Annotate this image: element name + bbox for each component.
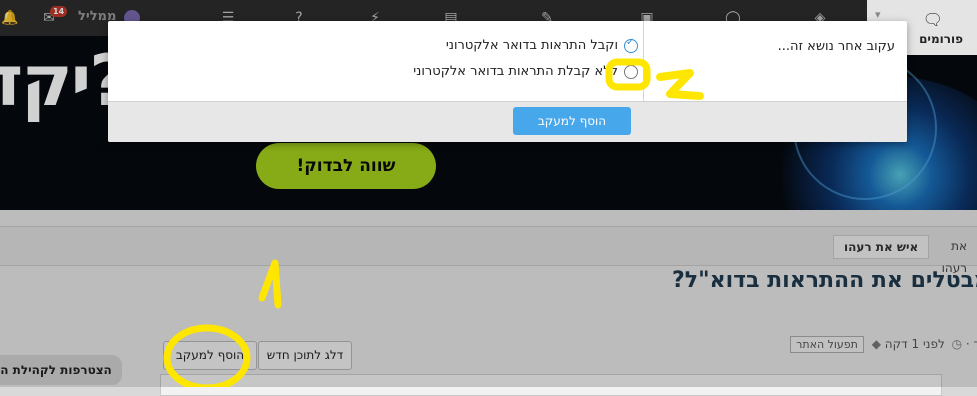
- add-to-watch-submit-button[interactable]: הוסף למעקב: [513, 107, 631, 135]
- watch-thread-popup: עקוב אחר נושא זה... וקבל התראות בדואר אל…: [108, 21, 907, 142]
- option-no-email-notifications[interactable]: ללא קבלת התראות בדואר אלקטרוני: [308, 64, 638, 84]
- option-email-notifications[interactable]: וקבל התראות בדואר אלקטרוני: [308, 37, 638, 58]
- forum-chat-icon: 🗨: [922, 10, 943, 29]
- popup-divider: [643, 21, 644, 101]
- forums-tab-label: פורומים: [919, 32, 963, 46]
- option-email-label: וקבל התראות בדואר אלקטרוני: [445, 38, 618, 53]
- radio-unchecked-icon[interactable]: [624, 64, 638, 79]
- popup-title: עקוב אחר נושא זה...: [777, 39, 895, 54]
- radio-checked-icon[interactable]: [624, 37, 638, 53]
- popup-footer: הוסף למעקב: [108, 101, 907, 142]
- option-no-email-label: ללא קבלת התראות בדואר אלקטרוני: [413, 64, 618, 79]
- chevron-down-icon[interactable]: ▾: [875, 8, 881, 21]
